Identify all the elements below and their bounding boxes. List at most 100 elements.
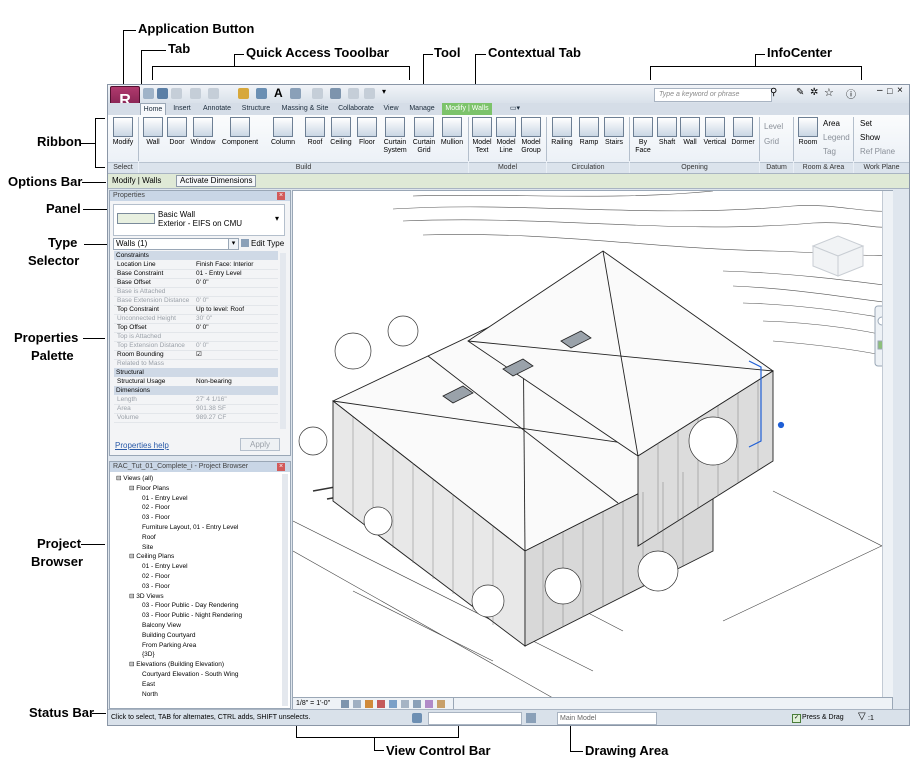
properties-scrollbar[interactable] bbox=[280, 253, 286, 429]
tab-view[interactable]: View bbox=[380, 103, 402, 115]
area-tool[interactable]: Area bbox=[823, 119, 840, 128]
property-row[interactable]: Volume 989.27 CF bbox=[114, 413, 278, 423]
favorites-icon[interactable]: ☆ bbox=[824, 86, 834, 99]
dormer-tool[interactable]: Dormer bbox=[730, 117, 756, 147]
palette-close-icon[interactable]: × bbox=[277, 192, 285, 200]
instance-dropdown-icon[interactable]: ▾ bbox=[228, 238, 239, 250]
browser-tree-node[interactable]: ⊟ Ceiling Plans bbox=[129, 552, 174, 561]
property-group-header[interactable]: Structural bbox=[114, 368, 278, 377]
model-text-tool[interactable]: Model Text bbox=[471, 117, 493, 155]
browser-view-item[interactable]: 03 - Floor Public - Night Rendering bbox=[142, 611, 242, 620]
browser-scrollbar[interactable] bbox=[282, 474, 288, 706]
press-drag-checkbox[interactable]: ✓ bbox=[792, 714, 801, 723]
help-icon[interactable]: ⓘ bbox=[846, 86, 856, 101]
browser-close-icon[interactable]: × bbox=[277, 463, 285, 471]
binoculars-icon[interactable]: ⚲ bbox=[770, 87, 777, 98]
tab-structure[interactable]: Structure bbox=[238, 103, 274, 115]
property-value[interactable]: 30' 0" bbox=[196, 314, 276, 323]
default-3d-view-icon[interactable] bbox=[290, 88, 301, 99]
close-hidden-icon[interactable] bbox=[348, 88, 359, 99]
property-value[interactable]: 0' 0" bbox=[196, 296, 276, 305]
wall-opening-tool[interactable]: Wall bbox=[680, 117, 700, 147]
measure-icon[interactable] bbox=[238, 88, 249, 99]
qat-dropdown-icon[interactable]: ▾ bbox=[382, 87, 386, 96]
tab-manage[interactable]: Manage bbox=[406, 103, 438, 115]
vertical-tool[interactable]: Vertical bbox=[702, 117, 728, 147]
shadows-icon[interactable] bbox=[377, 700, 385, 708]
activate-dimensions-button[interactable]: Activate Dimensions bbox=[176, 175, 257, 187]
browser-tree-node[interactable]: ⊟ 3D Views bbox=[129, 592, 164, 601]
crop-view-icon[interactable] bbox=[389, 700, 397, 708]
active-workset-select[interactable] bbox=[428, 712, 522, 725]
property-group-header[interactable]: Constraints bbox=[114, 251, 278, 260]
roof-tool[interactable]: Roof bbox=[304, 117, 326, 147]
mullion-tool[interactable]: Mullion bbox=[439, 117, 465, 147]
grid-tool[interactable]: Grid bbox=[764, 137, 779, 146]
filter-icon[interactable]: ▽ bbox=[858, 711, 866, 722]
browser-tree-node[interactable]: ⊟ Views (all) bbox=[116, 474, 153, 483]
browser-view-item[interactable]: {3D} bbox=[142, 650, 155, 659]
property-value[interactable]: Finish Face: Interior bbox=[196, 260, 276, 269]
browser-view-item[interactable]: 03 - Floor bbox=[142, 582, 170, 591]
type-selector[interactable]: Basic Wall Exterior - EIFS on CMU ▾ bbox=[113, 204, 285, 236]
browser-view-item[interactable]: 03 - Floor Public - Day Rendering bbox=[142, 601, 238, 610]
worksets-icon[interactable] bbox=[412, 713, 422, 723]
browser-view-item[interactable]: Roof bbox=[142, 533, 156, 542]
browser-view-item[interactable]: 01 - Entry Level bbox=[142, 562, 188, 571]
reveal-hidden-icon[interactable] bbox=[437, 700, 445, 708]
redo-icon[interactable] bbox=[208, 88, 219, 99]
minimize-icon[interactable]: – bbox=[877, 85, 883, 96]
switch-windows-icon[interactable] bbox=[364, 88, 375, 99]
railing-tool[interactable]: Railing bbox=[548, 117, 576, 147]
column-tool[interactable]: Column bbox=[268, 117, 298, 147]
edit-type-button[interactable]: Edit Type bbox=[251, 239, 284, 248]
editable-only-icon[interactable] bbox=[526, 713, 536, 723]
section-icon[interactable] bbox=[312, 88, 323, 99]
curtain-system-tool[interactable]: Curtain System bbox=[381, 117, 409, 155]
ref-plane-tool[interactable]: Ref Plane bbox=[860, 147, 895, 156]
legend-tool[interactable]: Legend bbox=[823, 133, 850, 142]
browser-view-item[interactable]: 02 - Floor bbox=[142, 572, 170, 581]
property-value[interactable]: ☑ bbox=[196, 350, 276, 359]
room-tool[interactable]: Room bbox=[796, 117, 820, 147]
show-tool[interactable]: Show bbox=[860, 133, 880, 142]
browser-tree-node[interactable]: ⊟ Floor Plans bbox=[129, 484, 169, 493]
detail-level-icon[interactable] bbox=[341, 700, 349, 708]
model-group-tool[interactable]: Model Group bbox=[519, 117, 543, 155]
browser-view-item[interactable]: East bbox=[142, 680, 155, 689]
property-group-header[interactable]: Dimensions bbox=[114, 386, 278, 395]
search-input[interactable]: Type a keyword or phrase bbox=[654, 88, 772, 102]
tab-massing-site[interactable]: Massing & Site bbox=[278, 103, 332, 115]
property-value[interactable]: Up to level: Roof bbox=[196, 305, 276, 314]
property-value[interactable]: 0' 0" bbox=[196, 278, 276, 287]
property-value[interactable]: 989.27 CF bbox=[196, 413, 276, 422]
shaft-tool[interactable]: Shaft bbox=[656, 117, 678, 147]
tab-expand-icon[interactable]: ▭▾ bbox=[506, 103, 524, 115]
browser-view-item[interactable]: Building Courtyard bbox=[142, 631, 195, 640]
browser-view-item[interactable]: 01 - Entry Level bbox=[142, 494, 188, 503]
lock-view-icon[interactable] bbox=[413, 700, 421, 708]
property-value[interactable]: 0' 0" bbox=[196, 341, 276, 350]
browser-view-item[interactable]: Furniture Layout, 01 - Entry Level bbox=[142, 523, 238, 532]
tab-annotate[interactable]: Annotate bbox=[200, 103, 234, 115]
door-tool[interactable]: Door bbox=[166, 117, 188, 147]
close-icon[interactable]: × bbox=[897, 85, 903, 96]
tag-tool[interactable]: Tag bbox=[823, 147, 836, 156]
tab-modify-walls[interactable]: Modify | Walls bbox=[442, 103, 492, 115]
maximize-icon[interactable]: □ bbox=[887, 86, 892, 96]
curtain-grid-tool[interactable]: Curtain Grid bbox=[411, 117, 437, 155]
instance-filter-select[interactable]: Walls (1) bbox=[113, 238, 231, 250]
show-crop-icon[interactable] bbox=[401, 700, 409, 708]
undo-icon[interactable] bbox=[190, 88, 201, 99]
component-tool[interactable]: Component bbox=[220, 117, 260, 147]
property-value[interactable]: 901.38 SF bbox=[196, 404, 276, 413]
apply-button[interactable]: Apply bbox=[240, 438, 280, 451]
properties-help-link[interactable]: Properties help bbox=[115, 441, 169, 450]
browser-view-item[interactable]: 02 - Floor bbox=[142, 503, 170, 512]
modify-tool[interactable]: Modify bbox=[111, 117, 135, 147]
ceiling-tool[interactable]: Ceiling bbox=[328, 117, 354, 147]
wall-tool[interactable]: Wall bbox=[142, 117, 164, 147]
drawing-vscrollbar[interactable] bbox=[882, 191, 893, 698]
property-value[interactable]: 0' 0" bbox=[196, 323, 276, 332]
browser-view-item[interactable]: Balcony View bbox=[142, 621, 181, 630]
